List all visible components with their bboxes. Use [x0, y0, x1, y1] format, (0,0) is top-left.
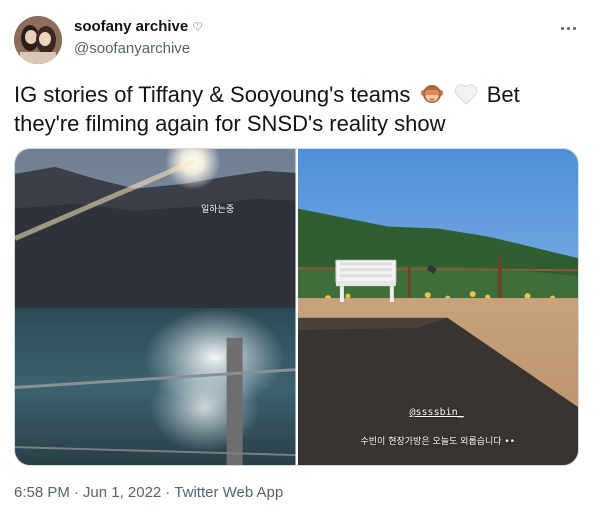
white-heart-emoji-icon	[453, 82, 479, 106]
lake-sunset-image	[15, 149, 296, 465]
tweet-date[interactable]: Jun 1, 2022	[83, 484, 161, 501]
more-dot	[566, 26, 570, 30]
tweet-source[interactable]: Twitter Web App	[174, 484, 283, 501]
author-block: soofany archive ♡ @soofanyarchive	[74, 18, 203, 57]
mention-tag[interactable]: @ssssbin_	[410, 407, 464, 418]
media-grid: 일하는중 @ssssbin_ 수빈이 현장가방은 오늘도 외롭습니다 ••	[14, 148, 579, 466]
more-dot	[572, 26, 576, 30]
user-handle[interactable]: @soofanyarchive	[74, 40, 203, 57]
tweet-text-part1: IG stories of Tiffany & Sooyoung's teams	[14, 82, 411, 107]
tweet-metadata: 6:58 PM · Jun 1, 2022 · Twitter Web App	[14, 484, 283, 501]
story-caption: 수빈이 현장가방은 오늘도 외롭습니다 ••	[360, 437, 516, 447]
more-dot	[560, 26, 564, 30]
tweet-card: soofany archive ♡ @soofanyarchive IG sto…	[0, 0, 600, 530]
see-no-evil-monkey-emoji-icon	[420, 82, 444, 106]
separator: ·	[165, 484, 171, 501]
tweet-time[interactable]: 6:58 PM	[14, 484, 70, 501]
photo-right[interactable]: @ssssbin_ 수빈이 현장가방은 오늘도 외롭습니다 ••	[297, 149, 578, 465]
separator: ·	[73, 484, 79, 501]
story-caption: 일하는중	[201, 205, 235, 215]
name-row: soofany archive ♡	[74, 18, 203, 35]
avatar[interactable]	[14, 16, 62, 64]
heart-outline-icon: ♡	[192, 19, 203, 34]
tweet-text: IG stories of Tiffany & Sooyoung's teams…	[14, 80, 574, 138]
display-name[interactable]: soofany archive	[74, 18, 188, 35]
photo-left[interactable]: 일하는중	[15, 149, 296, 465]
more-horizontal-icon[interactable]	[556, 18, 580, 38]
